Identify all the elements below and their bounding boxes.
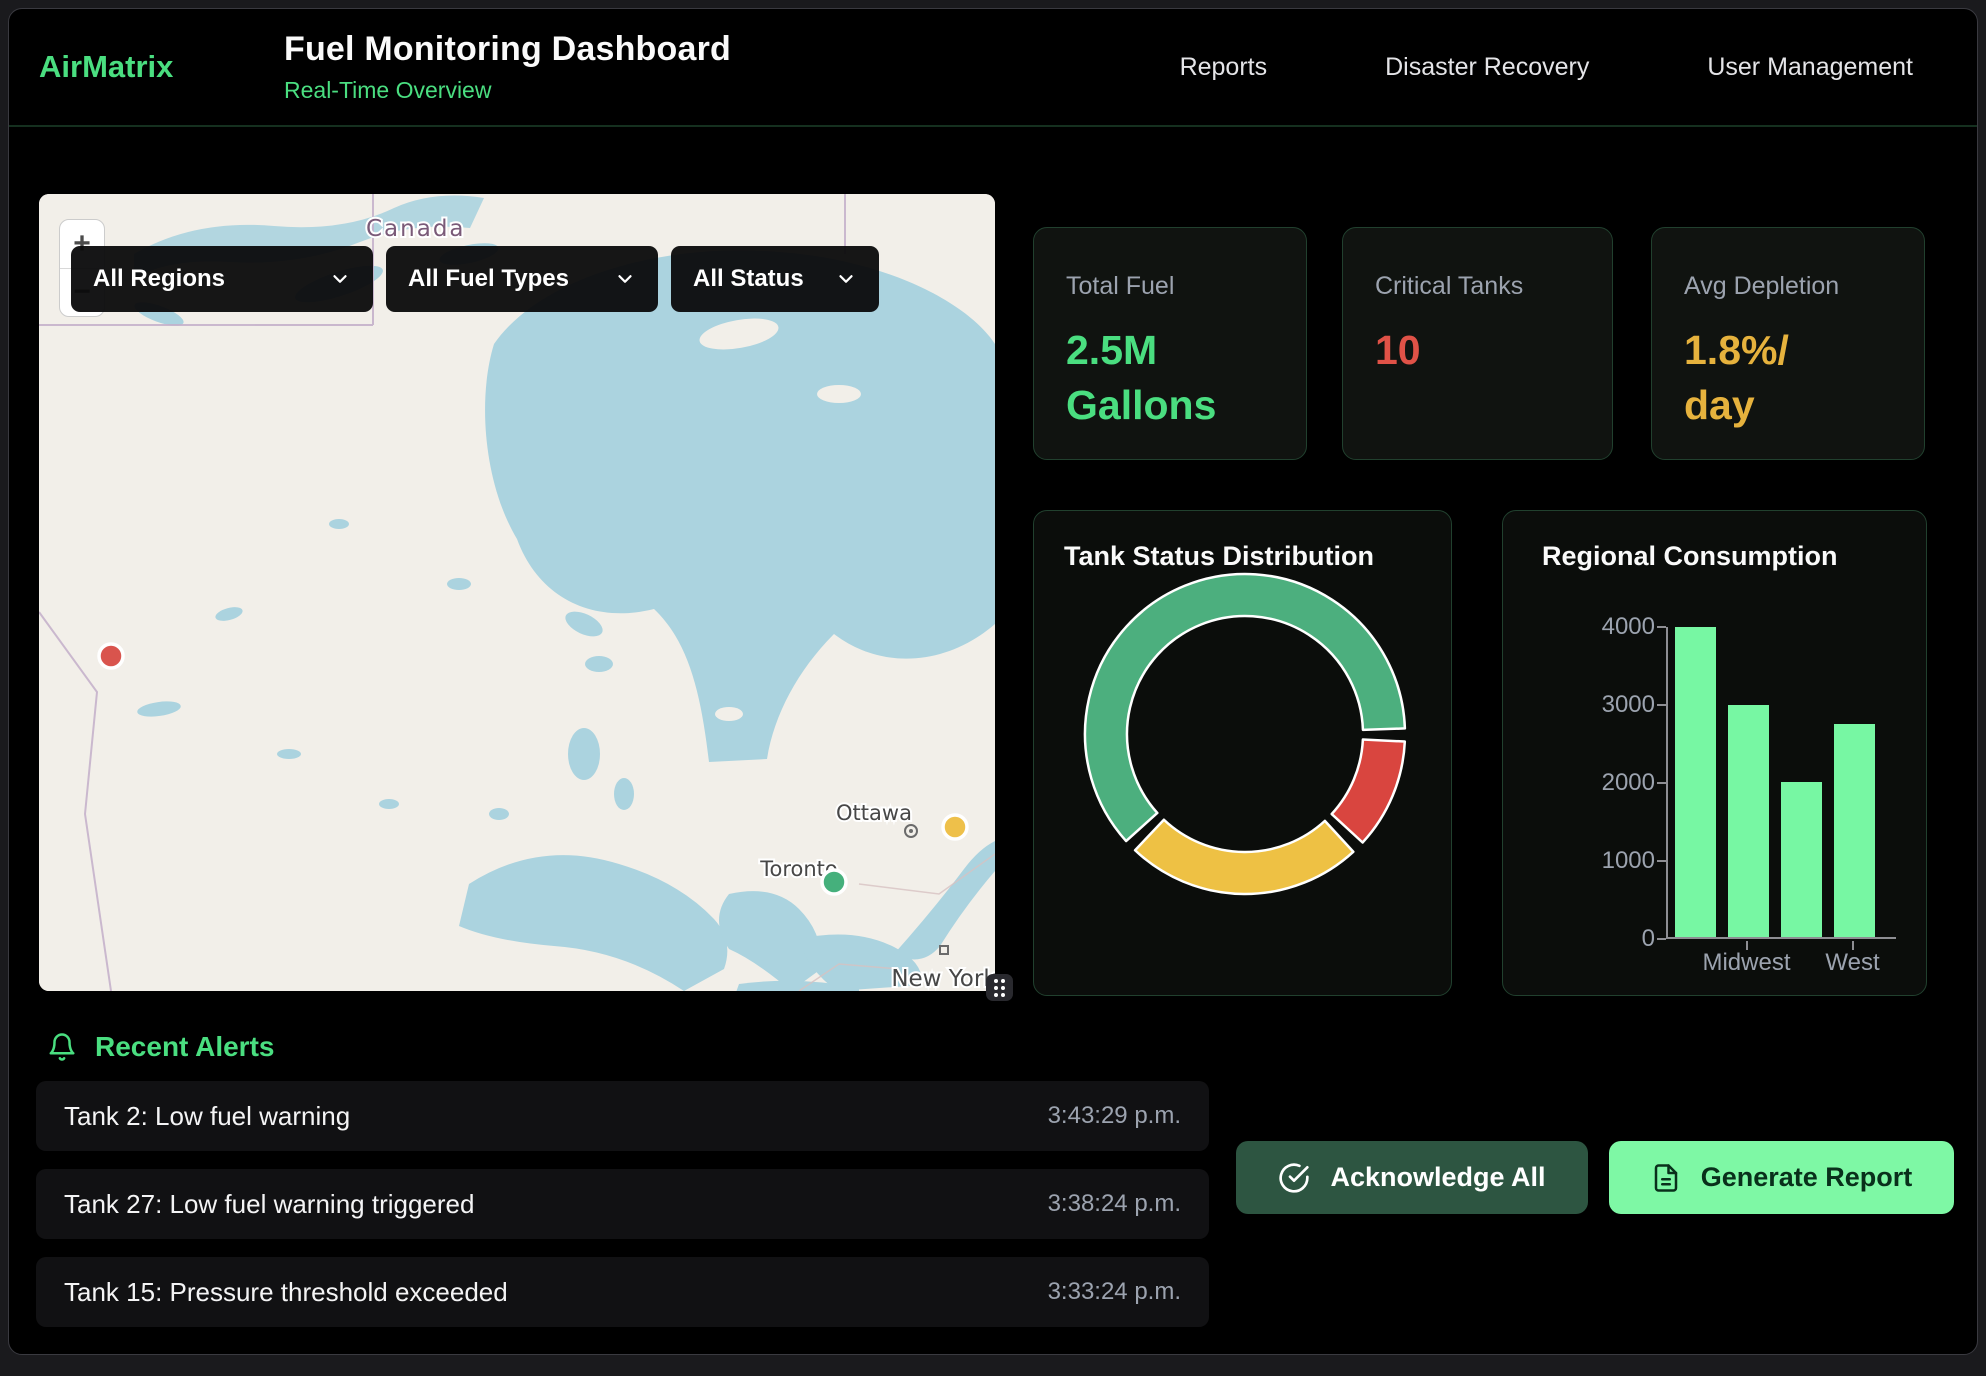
stat-value: 1.8%/ day xyxy=(1684,323,1892,434)
dashboard-container: AirMatrix Fuel Monitoring Dashboard Real… xyxy=(8,8,1978,1355)
chevron-down-icon xyxy=(809,268,857,290)
region-filter-select[interactable]: All Regions xyxy=(71,246,373,312)
fuel-type-filter-value: All Fuel Types xyxy=(408,265,569,293)
bar-2 xyxy=(1781,782,1822,937)
acknowledge-all-button[interactable]: Acknowledge All xyxy=(1236,1141,1588,1214)
fuel-map[interactable]: Canada Ottawa Toronto New York xyxy=(39,194,995,991)
map-filters: All Regions All Fuel Types All Status xyxy=(71,246,879,312)
chevron-down-icon xyxy=(303,268,351,290)
donut-segment-critical xyxy=(1332,740,1405,843)
stat-label: Critical Tanks xyxy=(1375,272,1580,301)
alert-message: Tank 2: Low fuel warning xyxy=(64,1101,350,1132)
bar-0 xyxy=(1675,627,1716,937)
recent-alerts-title: Recent Alerts xyxy=(95,1031,274,1063)
page-title: Fuel Monitoring Dashboard xyxy=(284,30,731,69)
generate-report-button[interactable]: Generate Report xyxy=(1609,1141,1954,1214)
tank-status-donut xyxy=(1034,572,1453,1012)
bar-chart-plot xyxy=(1666,627,1896,939)
alert-row[interactable]: Tank 15: Pressure threshold exceeded 3:3… xyxy=(36,1257,1209,1327)
alert-time: 3:33:24 p.m. xyxy=(1048,1278,1181,1306)
header: AirMatrix Fuel Monitoring Dashboard Real… xyxy=(9,9,1977,127)
x-tick-label: West xyxy=(1832,949,1873,977)
stat-card-total-fuel: Total Fuel 2.5M Gallons xyxy=(1033,227,1307,460)
donut-segment-warning xyxy=(1135,820,1353,894)
brand-logo: AirMatrix xyxy=(39,49,284,85)
nav-user-management[interactable]: User Management xyxy=(1707,53,1913,82)
stat-value: 2.5M Gallons xyxy=(1066,323,1274,434)
map-label-ottawa: Ottawa xyxy=(836,801,912,825)
map-label-new-york: New York xyxy=(891,966,995,991)
regional-consumption-card: Regional Consumption 0 1000 2000 3000 4000 M… xyxy=(1502,510,1927,996)
y-tick-label: 0 xyxy=(1555,925,1655,953)
recent-alerts-header: Recent Alerts xyxy=(47,1031,274,1063)
alert-time: 3:43:29 p.m. xyxy=(1048,1102,1181,1130)
y-tick-label: 1000 xyxy=(1555,847,1655,875)
stat-label: Total Fuel xyxy=(1066,272,1274,301)
status-filter-value: All Status xyxy=(693,265,804,293)
nav-disaster-recovery[interactable]: Disaster Recovery xyxy=(1385,53,1589,82)
tank-status-card: Tank Status Distribution xyxy=(1033,510,1452,996)
status-filter-select[interactable]: All Status xyxy=(671,246,879,312)
stat-value: 10 xyxy=(1375,323,1580,378)
x-tick-label xyxy=(1779,949,1820,977)
map-resize-handle[interactable] xyxy=(986,974,1013,1001)
alert-time: 3:38:24 p.m. xyxy=(1048,1190,1181,1218)
x-tick-label: Midwest xyxy=(1726,949,1767,977)
alert-message: Tank 27: Low fuel warning triggered xyxy=(64,1189,474,1220)
bell-icon xyxy=(47,1032,77,1062)
map-canvas: Canada Ottawa Toronto New York xyxy=(39,194,995,991)
tank-marker-normal[interactable] xyxy=(822,870,846,894)
bar-chart-x-axis: Midwest West xyxy=(1666,949,1896,977)
check-circle-icon xyxy=(1278,1162,1310,1194)
bar-chart-bars xyxy=(1668,627,1896,937)
tank-marker-warning[interactable] xyxy=(943,815,967,839)
main-nav: Reports Disaster Recovery User Managemen… xyxy=(1180,53,1913,82)
chart-title: Regional Consumption xyxy=(1503,511,1926,572)
generate-report-label: Generate Report xyxy=(1701,1162,1913,1193)
report-file-icon xyxy=(1651,1163,1681,1193)
nav-reports[interactable]: Reports xyxy=(1180,53,1268,82)
alert-row[interactable]: Tank 27: Low fuel warning triggered 3:38… xyxy=(36,1169,1209,1239)
tank-marker-critical[interactable] xyxy=(99,644,123,668)
chart-title: Tank Status Distribution xyxy=(1034,511,1451,572)
y-tick-label: 3000 xyxy=(1555,691,1655,719)
alert-row[interactable]: Tank 2: Low fuel warning 3:43:29 p.m. xyxy=(36,1081,1209,1151)
stat-card-avg-depletion: Avg Depletion 1.8%/ day xyxy=(1651,227,1925,460)
stat-card-critical-tanks: Critical Tanks 10 xyxy=(1342,227,1613,460)
bar-1 xyxy=(1728,705,1769,938)
alert-message: Tank 15: Pressure threshold exceeded xyxy=(64,1277,508,1308)
stat-label: Avg Depletion xyxy=(1684,272,1892,301)
bar-3 xyxy=(1834,724,1875,937)
y-tick-label: 2000 xyxy=(1555,769,1655,797)
title-block: Fuel Monitoring Dashboard Real-Time Over… xyxy=(284,30,731,104)
y-tick-label: 4000 xyxy=(1555,613,1655,641)
acknowledge-all-label: Acknowledge All xyxy=(1330,1162,1545,1193)
fuel-type-filter-select[interactable]: All Fuel Types xyxy=(386,246,658,312)
map-label-canada: Canada xyxy=(366,216,466,242)
chevron-down-icon xyxy=(588,268,636,290)
region-filter-value: All Regions xyxy=(93,265,225,293)
page-subtitle: Real-Time Overview xyxy=(284,77,731,104)
